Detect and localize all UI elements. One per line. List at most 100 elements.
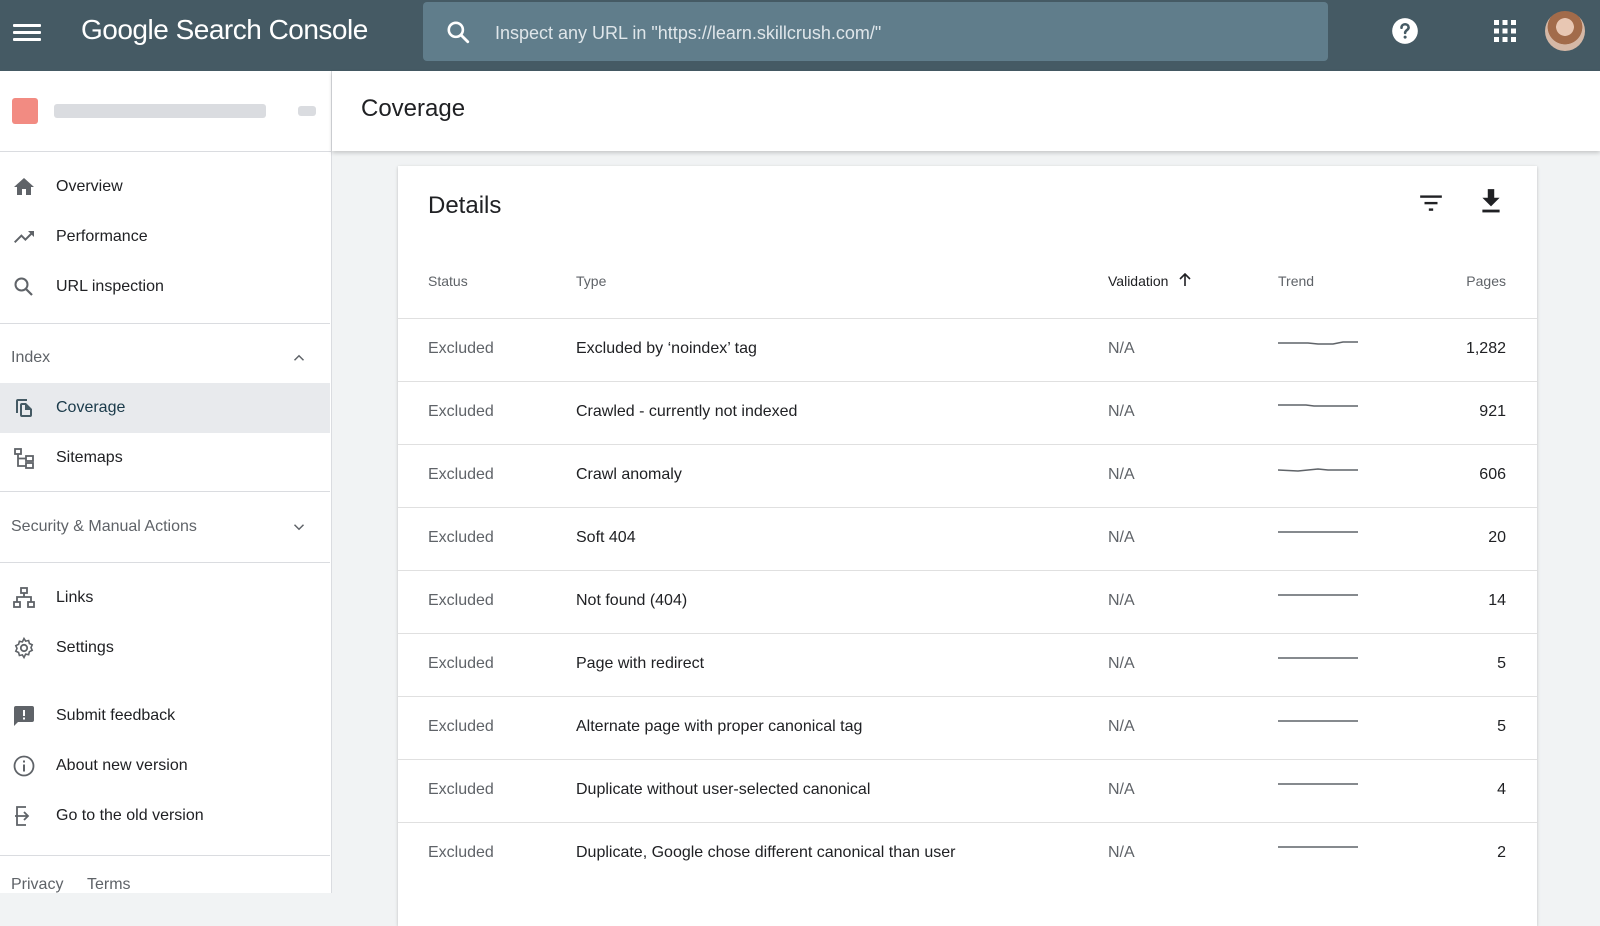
column-header-pages[interactable]: Pages [1466, 273, 1506, 289]
sidebar-item-settings[interactable]: Settings [0, 623, 330, 673]
sidebar-item-label: About new version [56, 757, 188, 774]
details-title: Details [428, 192, 502, 219]
search-input[interactable] [493, 14, 1297, 52]
links-icon [13, 587, 35, 608]
chevron-down-icon [293, 524, 305, 531]
row-validation: N/A [1108, 844, 1135, 861]
table-row[interactable]: Excluded Soft 404 N/A 20 [398, 507, 1537, 570]
row-pages: 14 [1488, 592, 1506, 609]
row-pages: 1,282 [1465, 340, 1506, 357]
row-pages: 5 [1497, 655, 1506, 672]
property-favicon [12, 98, 38, 124]
trend-sparkline [1278, 531, 1358, 533]
row-validation: N/A [1108, 592, 1135, 609]
sidebar-item-sitemaps[interactable]: Sitemaps [0, 433, 330, 483]
row-type: Page with redirect [576, 655, 705, 672]
sidebar-item-links[interactable]: Links [0, 573, 330, 623]
sidebar-item-coverage[interactable]: Coverage [0, 383, 330, 433]
row-status: Excluded [428, 718, 494, 735]
row-type: Not found (404) [576, 592, 688, 609]
table-row[interactable]: Excluded Not found (404) N/A 14 [398, 570, 1537, 633]
row-type: Soft 404 [576, 529, 636, 546]
row-type: Excluded by ‘noindex’ tag [576, 340, 757, 357]
row-validation: N/A [1108, 529, 1135, 546]
sidebar-nav: Overview Performance URL inspection Inde… [0, 71, 332, 893]
row-validation: N/A [1108, 403, 1135, 420]
search-icon [14, 277, 33, 296]
home-icon [14, 178, 34, 195]
sidebar-item-label: Coverage [56, 399, 126, 416]
sidebar-item-label: Performance [56, 228, 148, 245]
row-status: Excluded [428, 403, 494, 420]
filter-icon[interactable] [1418, 190, 1444, 216]
sidebar-item-submit-feedback[interactable]: Submit feedback [0, 691, 330, 741]
product-logo[interactable]: Google Search Console [81, 14, 368, 46]
row-type: Duplicate without user-selected canonica… [576, 781, 871, 798]
sidebar-item-label: Links [56, 589, 94, 606]
terms-link[interactable]: Terms [87, 876, 131, 894]
security-section-toggle[interactable]: Security & Manual Actions [0, 502, 330, 552]
row-status: Excluded [428, 529, 494, 546]
row-type: Alternate page with proper canonical tag [576, 718, 863, 735]
sidebar-item-label: Go to the old version [56, 807, 204, 824]
table-row[interactable]: Excluded Crawl anomaly N/A 606 [398, 444, 1537, 507]
row-validation: N/A [1108, 655, 1135, 672]
property-selector[interactable] [0, 71, 331, 152]
table-row[interactable]: Excluded Page with redirect N/A 5 [398, 633, 1537, 696]
row-status: Excluded [428, 781, 494, 798]
trending-up-icon [14, 231, 34, 243]
sitemap-icon [14, 448, 34, 469]
divider [0, 491, 330, 492]
download-icon[interactable] [1478, 187, 1504, 215]
row-pages: 606 [1479, 466, 1506, 483]
column-header-validation[interactable]: Validation [1108, 273, 1192, 289]
sidebar-item-old-version[interactable]: Go to the old version [0, 791, 330, 841]
sidebar-item-performance[interactable]: Performance [0, 212, 330, 262]
sidebar-item-label: URL inspection [56, 278, 164, 295]
search-icon[interactable] [445, 19, 471, 45]
page-header: Coverage [332, 71, 1600, 151]
table-row[interactable]: Excluded Excluded by ‘noindex’ tag N/A 1,28… [398, 318, 1537, 381]
hamburger-menu-icon[interactable] [13, 20, 41, 50]
row-validation: N/A [1108, 340, 1135, 357]
row-pages: 921 [1479, 403, 1506, 420]
feedback-icon [14, 706, 34, 726]
table-row[interactable]: Excluded Alternate page with proper canon… [398, 696, 1537, 759]
trend-sparkline [1278, 341, 1358, 345]
arrow-up-icon [1179, 273, 1192, 286]
table-row[interactable]: Excluded Crawled - currently not indexed N… [398, 381, 1537, 444]
row-status: Excluded [428, 655, 494, 672]
account-avatar[interactable] [1545, 11, 1585, 51]
column-header-type[interactable]: Type [576, 273, 606, 289]
gear-icon [14, 636, 34, 660]
row-pages: 5 [1497, 718, 1506, 735]
help-icon[interactable] [1391, 17, 1419, 45]
property-name-redacted [54, 104, 266, 118]
table-row[interactable]: Excluded Duplicate, Google chose differen… [398, 822, 1537, 885]
column-header-status[interactable]: Status [428, 273, 468, 289]
row-pages: 2 [1497, 844, 1506, 861]
exit-icon [15, 806, 30, 826]
row-type: Crawl anomaly [576, 466, 682, 483]
sidebar-item-label: Submit feedback [56, 707, 176, 724]
sidebar-item-overview[interactable]: Overview [0, 162, 330, 212]
index-section-toggle[interactable]: Index [0, 333, 330, 383]
sidebar-item-url-inspection[interactable]: URL inspection [0, 262, 330, 312]
trend-sparkline [1278, 846, 1358, 848]
apps-grid-icon[interactable] [1494, 20, 1516, 42]
section-label: Security & Manual Actions [11, 518, 197, 535]
row-pages: 4 [1497, 781, 1506, 798]
row-type: Crawled - currently not indexed [576, 403, 798, 420]
url-inspection-search[interactable] [423, 2, 1328, 61]
row-status: Excluded [428, 592, 494, 609]
trend-sparkline [1278, 720, 1358, 722]
info-icon [13, 755, 35, 777]
page-title: Coverage [361, 95, 466, 122]
privacy-link[interactable]: Privacy [11, 876, 63, 894]
table-row[interactable]: Excluded Duplicate without user-selected … [398, 759, 1537, 822]
sidebar-item-about-new-version[interactable]: About new version [0, 741, 330, 791]
row-status: Excluded [428, 466, 494, 483]
divider [0, 562, 330, 563]
coverage-icon [16, 399, 32, 417]
divider [0, 323, 330, 324]
